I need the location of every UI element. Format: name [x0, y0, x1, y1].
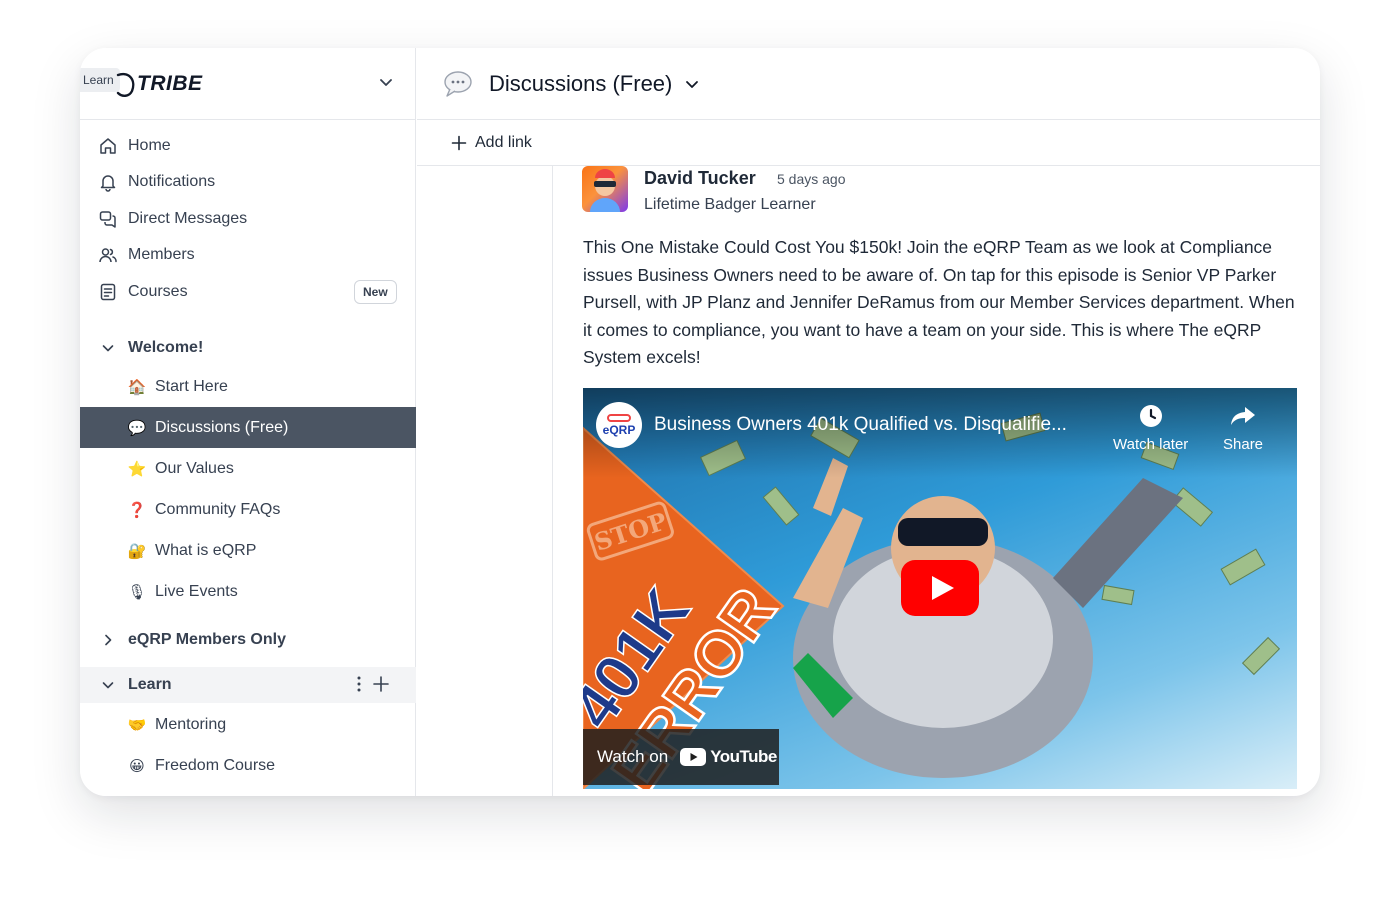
watch-later-button[interactable]: Watch later [1113, 402, 1188, 453]
video-embed[interactable]: STOP 401K ERROR eQRP Business Owners 401… [583, 388, 1297, 789]
space-header: Discussions (Free) [417, 48, 1320, 120]
play-button[interactable] [901, 560, 979, 621]
brand-logo-text: TRIBE [137, 72, 203, 95]
youtube-logo: YouTube [680, 747, 777, 767]
space-mentoring[interactable]: 🤝 Mentoring [80, 704, 416, 745]
star-icon: ⭐ [127, 460, 147, 478]
watch-later-label: Watch later [1113, 436, 1189, 453]
nav-courses[interactable]: Courses New [80, 274, 416, 310]
question-mark-icon: ❓ [127, 501, 147, 519]
group-label: Welcome! [128, 339, 204, 356]
share-label: Share [1223, 436, 1264, 453]
nav-label: Courses [128, 283, 188, 300]
member-title: Lifetime Badger Learner [644, 196, 816, 213]
chevron-right-icon [98, 633, 118, 647]
space-label: Start Here [155, 377, 228, 395]
plus-icon[interactable] [451, 135, 467, 151]
speech-bubble-icon [443, 70, 473, 98]
speech-bubble-icon: 💬 [127, 419, 147, 437]
group-label: Learn [128, 676, 172, 693]
bell-icon [98, 172, 118, 192]
space-freedom-course[interactable]: 😀 Freedom Course [80, 745, 416, 786]
nav-label: Direct Messages [128, 210, 248, 227]
lock-key-icon: 🔐 [127, 542, 147, 560]
avatar[interactable] [582, 166, 628, 212]
chain-link-icon [607, 413, 631, 422]
chevron-down-icon[interactable] [684, 76, 700, 92]
new-badge: New [354, 280, 397, 304]
chevron-down-icon[interactable] [378, 74, 394, 90]
space-label: Community FAQs [155, 500, 281, 518]
youtube-logo-icon [680, 748, 707, 766]
smiley-icon: 😀 [129, 757, 145, 775]
group-label: eQRP Members Only [128, 631, 286, 648]
space-label: Discussions (Free) [155, 418, 289, 436]
clock-icon [1139, 402, 1163, 430]
space-label: Mentoring [155, 715, 227, 733]
main-panel: Discussions (Free) Add link David Tucker… [417, 48, 1320, 796]
space-label: Freedom Course [155, 756, 276, 774]
space-discussions-free[interactable]: 💬 Discussions (Free) [80, 407, 416, 448]
brand-header[interactable]: Learn TRIBE [80, 48, 416, 120]
feed-divider [552, 166, 553, 796]
chevron-down-icon [98, 341, 118, 355]
youtube-play-icon [901, 560, 979, 616]
page-title[interactable]: Discussions (Free) [489, 71, 672, 97]
add-link-bar: Add link [417, 120, 1320, 166]
space-start-here[interactable]: 🏠 Start Here [80, 366, 416, 407]
home-icon [98, 136, 118, 156]
brand-swoosh-icon [116, 72, 135, 97]
space-community-faqs[interactable]: ❓ Community FAQs [80, 489, 416, 530]
plus-icon[interactable] [372, 675, 390, 693]
group-welcome[interactable]: Welcome! [80, 330, 416, 366]
handshake-icon: 🤝 [127, 716, 147, 734]
post-feed: David Tucker 5 days ago Lifetime Badger … [417, 166, 1320, 796]
courses-icon [98, 282, 118, 302]
share-button[interactable]: Share [1223, 402, 1263, 453]
sidebar: Learn TRIBE Home Notifications Direct Me… [80, 48, 416, 796]
app-window: Learn TRIBE Home Notifications Direct Me… [80, 48, 1320, 796]
more-vertical-icon[interactable] [356, 675, 362, 693]
group-eqrp-members-only[interactable]: eQRP Members Only [80, 622, 416, 658]
space-label: What is eQRP [155, 541, 257, 559]
house-icon: 🏠 [127, 378, 147, 396]
space-our-values[interactable]: ⭐ Our Values [80, 448, 416, 489]
post-body: This One Mistake Could Cost You $150k! J… [583, 237, 1295, 367]
post-author[interactable]: David Tucker [644, 168, 756, 189]
space-label: Live Events [155, 582, 238, 600]
post-timestamp[interactable]: 5 days ago [777, 171, 846, 187]
channel-logo[interactable]: eQRP [596, 402, 642, 448]
group-tools [356, 675, 390, 693]
space-live-events[interactable]: 🎙 Live Events [80, 571, 416, 612]
watch-on-label: Watch on [597, 747, 669, 766]
nav-label: Members [128, 246, 195, 263]
space-what-is-eqrp[interactable]: 🔐 What is eQRP [80, 530, 416, 571]
chevron-down-icon [98, 678, 118, 692]
channel-name: eQRP [602, 422, 636, 437]
nav-members[interactable]: Members [80, 237, 416, 273]
add-link-button[interactable]: Add link [475, 134, 532, 152]
messages-icon [98, 209, 118, 229]
share-icon [1230, 402, 1256, 430]
watch-on-youtube-button[interactable]: Watch on YouTube [583, 729, 779, 785]
microphone-icon: 🎙 [127, 583, 147, 601]
youtube-wordmark: YouTube [710, 747, 777, 766]
nav-notifications[interactable]: Notifications [80, 164, 416, 200]
members-icon [98, 245, 118, 265]
nav-label: Notifications [128, 173, 216, 190]
group-learn[interactable]: Learn [80, 667, 416, 703]
space-label: Our Values [155, 459, 234, 477]
nav-label: Home [128, 137, 171, 154]
video-title[interactable]: Business Owners 401k Qualified vs. Disqu… [654, 414, 1067, 436]
nav-home[interactable]: Home [80, 128, 416, 164]
nav-direct-messages[interactable]: Direct Messages [80, 201, 416, 237]
